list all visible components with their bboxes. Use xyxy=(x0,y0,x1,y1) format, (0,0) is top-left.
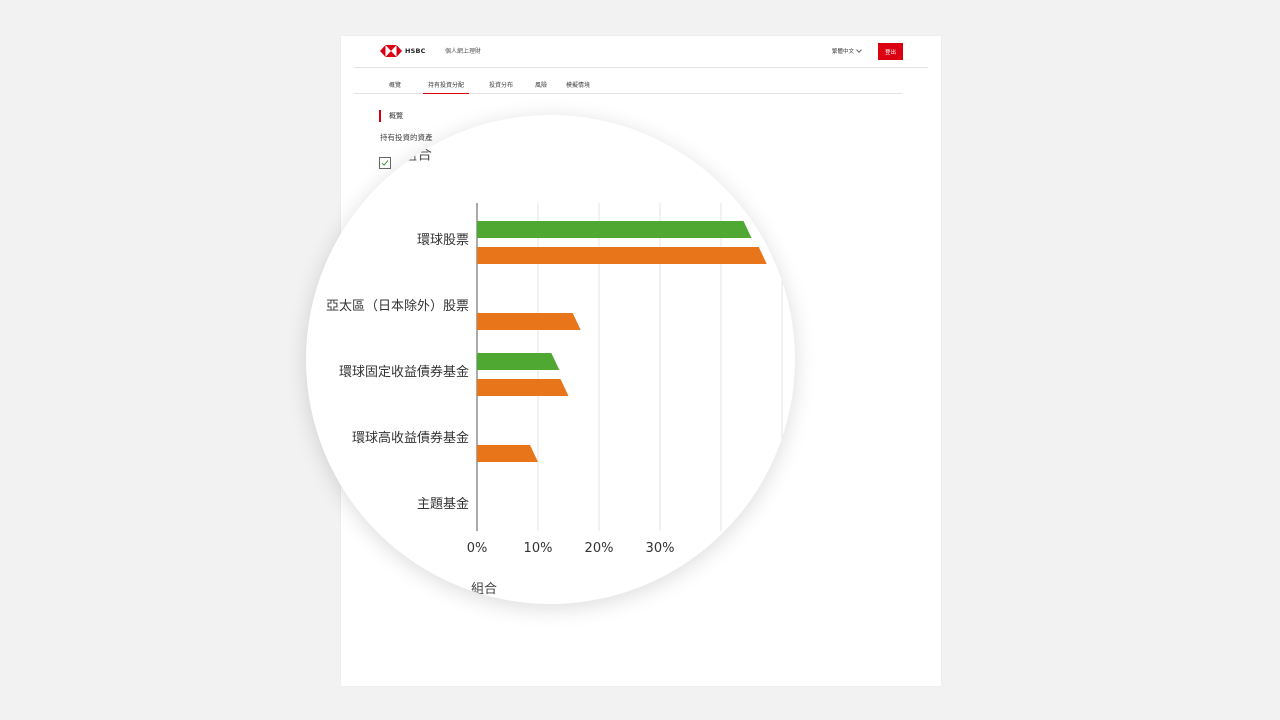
language-select[interactable]: 繁體中文 xyxy=(832,47,862,55)
bar-orange xyxy=(477,247,767,264)
tab-overview[interactable]: 概覽 xyxy=(384,80,406,93)
logo-text: HSBC xyxy=(405,47,426,55)
bar-orange xyxy=(477,313,581,330)
category-label: 環球股票 xyxy=(417,233,469,248)
bar-orange xyxy=(477,379,569,396)
category-label: 環球高收益債券基金 xyxy=(352,430,469,446)
tab-investment-distribution[interactable]: 投資分布 xyxy=(484,80,518,93)
x-tick-label: 0% xyxy=(467,541,488,556)
chevron-down-icon xyxy=(856,47,862,53)
bar-green xyxy=(477,353,560,370)
language-label: 繁體中文 xyxy=(832,49,855,55)
chart-magnifier: 組合 環球股票亞太區（日本除外）股票環球固定收益債券基金環球高收益債券基金主題基… xyxy=(306,115,795,604)
app-name: 個人網上理財 xyxy=(445,48,482,55)
logout-button[interactable]: 登出 xyxy=(878,43,903,60)
bar-green xyxy=(477,221,752,238)
bar-orange xyxy=(477,445,538,462)
tab-holdings-allocation[interactable]: 持有投資分配 xyxy=(423,80,470,94)
tab-bar: 概覽 持有投資分配 投資分布 風險 模擬情境 xyxy=(354,76,902,94)
category-label: 環球固定收益債券基金 xyxy=(339,364,469,380)
allocation-bar-chart: 環球股票亞太區（日本除外）股票環球固定收益債券基金環球高收益債券基金主題基金 0%… xyxy=(326,203,783,556)
tab-risk[interactable]: 風險 xyxy=(530,80,552,93)
x-tick-label: 10% xyxy=(524,541,553,556)
top-bar: HSBC 個人網上理財 繁體中文 登出 xyxy=(354,36,928,68)
tab-scenario-simulation[interactable]: 模擬情境 xyxy=(561,80,595,93)
category-label: 亞太區（日本除外）股票 xyxy=(326,299,469,314)
legend-label-bottom: 組合 xyxy=(471,582,498,597)
hexagon-logo-icon xyxy=(380,45,402,57)
x-tick-label: 30% xyxy=(646,541,675,556)
x-tick-label: 20% xyxy=(585,541,614,556)
category-label: 主題基金 xyxy=(417,496,469,512)
hsbc-logo[interactable]: HSBC xyxy=(380,45,426,57)
